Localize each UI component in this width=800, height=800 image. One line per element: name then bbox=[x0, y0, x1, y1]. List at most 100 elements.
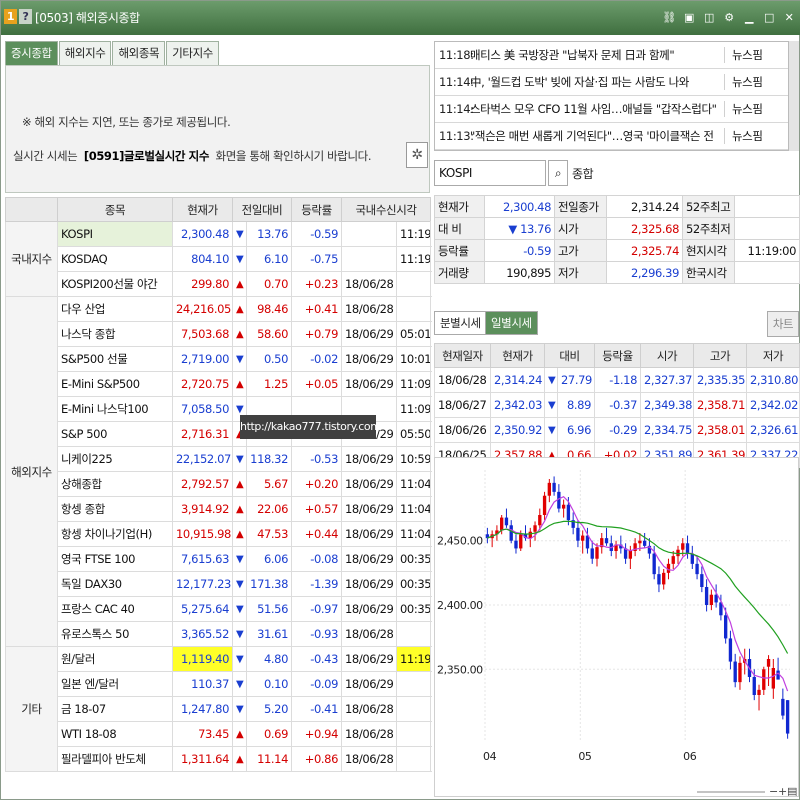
index-name[interactable]: 프랑스 CAC 40 bbox=[57, 596, 173, 622]
index-name[interactable]: 영국 FTSE 100 bbox=[57, 546, 173, 572]
maximize-icon[interactable]: □ bbox=[761, 10, 777, 25]
index-name[interactable]: WTI 18-08 bbox=[57, 721, 173, 747]
table-row[interactable]: 상해종합2,792.57▲5.67+0.2018/06/2911:04:01 bbox=[6, 471, 432, 497]
index-name[interactable]: 나스닥 종합 bbox=[57, 321, 173, 347]
pin-icon[interactable]: ◫ bbox=[701, 10, 717, 25]
news-item[interactable]: 11:13: "잭슨은 매번 새롭게 기억된다"…영국 '마이클잭슨 전 뉴스핌 bbox=[435, 123, 788, 150]
index-name[interactable]: 원/달러 bbox=[57, 646, 173, 672]
table-row[interactable]: 금 18-07 1,247.80 ▼ 5.20 -0.41 18/06/28 bbox=[6, 696, 432, 722]
index-name[interactable]: 항셍 차이나기업(H) bbox=[57, 521, 173, 547]
tab-market-summary[interactable]: 증시종합 bbox=[5, 41, 58, 65]
chart-menu-icon[interactable]: ▤ bbox=[787, 785, 797, 798]
notice-screen-link[interactable]: [0591]글로벌실시간 지수 bbox=[84, 149, 210, 163]
tab-overseas-index[interactable]: 해외지수 bbox=[58, 41, 112, 65]
minimize-icon[interactable]: ▁ bbox=[741, 10, 757, 25]
news-headline[interactable]: 中, '월드컵 도박' 빚에 자살·집 파는 사람도 나와 bbox=[467, 74, 725, 90]
gear-icon[interactable]: ✲ bbox=[406, 142, 428, 168]
table-row[interactable]: WTI 18-08 73.45 ▲ 0.69 +0.94 18/06/28 bbox=[6, 721, 432, 747]
chart-button[interactable]: 차트 bbox=[767, 311, 799, 337]
candlestick-chart[interactable]: 2,450.00 2,400.00 2,350.00 04 05 06 − + ▤ bbox=[434, 457, 799, 798]
table-row[interactable]: 유로스톡스 50 3,365.52 ▼ 31.61 -0.93 18/06/28 bbox=[6, 621, 432, 647]
link-icon[interactable]: ⛓ bbox=[661, 10, 677, 25]
news-headline[interactable]: 매티스 美 국방장관 "납북자 문제 日과 함께" bbox=[467, 47, 725, 63]
index-rate: -0.53 bbox=[291, 446, 343, 472]
news-item[interactable]: 11:18: 매티스 美 국방장관 "납북자 문제 日과 함께" 뉴스핌 bbox=[435, 42, 788, 69]
daily-header-high[interactable]: 고가 bbox=[693, 343, 747, 368]
index-date: 18/06/29 bbox=[341, 321, 398, 347]
index-name[interactable]: 상해종합 bbox=[57, 471, 173, 497]
header-change[interactable]: 전일대비 bbox=[231, 197, 293, 222]
table-row[interactable]: 독일 DAX30 12,177.23 ▼ 171.38 -1.39 18/06/29 00:… bbox=[6, 571, 432, 597]
table-row[interactable]: 기타원/달러1,119.40▼4.80-0.4318/06/2911:19:02 bbox=[5, 646, 432, 772]
tab-minute-price[interactable]: 분별시세 bbox=[434, 311, 487, 335]
tab-daily-price[interactable]: 일별시세 bbox=[485, 311, 538, 335]
header-name[interactable]: 종목 bbox=[57, 197, 173, 222]
table-row[interactable]: 해외지수 다우 산업 24,216.05 ▲ 98.46 +0.41 18/06/28 bbox=[5, 296, 432, 647]
chart-svg[interactable]: 2,450.00 2,400.00 2,350.00 04 05 06 − + ▤ bbox=[435, 458, 798, 798]
news-scrollbar[interactable] bbox=[789, 41, 799, 151]
tab-other-index[interactable]: 기타지수 bbox=[166, 41, 219, 65]
header-time[interactable]: 국내수신시각 bbox=[341, 197, 432, 222]
index-name[interactable]: 항셍 종합 bbox=[57, 496, 173, 522]
app-window: 1 ? [0503] 해외증시종합 ⛓ ▣ ◫ ⚙ ▁ □ ✕ 증시종합 해외지… bbox=[0, 0, 800, 800]
daily-header-change[interactable]: 대비 bbox=[544, 343, 595, 368]
daily-header-price[interactable]: 현재가 bbox=[490, 343, 545, 368]
daily-rate: -0.37 bbox=[594, 392, 641, 418]
table-row[interactable]: 항셍 차이나기업(H) 10,915.98 ▲ 47.53 +0.44 18/06/29 1… bbox=[6, 521, 432, 547]
daily-row[interactable]: 18/06/27 2,342.03 ▼ 8.89 -0.37 2,349.38 2,358.… bbox=[434, 392, 800, 418]
candle-body bbox=[690, 553, 694, 564]
settings-icon[interactable]: ⚙ bbox=[721, 10, 737, 25]
index-name[interactable]: 니케이225 bbox=[57, 446, 173, 472]
news-item[interactable]: 11:14: 中, '월드컵 도박' 빚에 자살·집 파는 사람도 나와 뉴스핌 bbox=[435, 69, 788, 96]
table-row[interactable]: S&P500 선물 2,719.00 ▼ 0.50 -0.02 18/06/29 10:01… bbox=[6, 346, 432, 372]
daily-row[interactable]: 18/06/26 2,350.92 ▼ 6.96 -0.29 2,334.75 2,358.… bbox=[434, 417, 800, 443]
search-icon[interactable]: ⌕ bbox=[548, 160, 568, 186]
index-name[interactable]: E-Mini S&P500 bbox=[57, 371, 173, 397]
index-name[interactable]: S&P 500 bbox=[57, 421, 173, 447]
index-name[interactable]: 유로스톡스 50 bbox=[57, 621, 173, 647]
table-row[interactable]: 국내지수KOSPI2,300.48▼13.76-0.59 11:19:00 bbox=[5, 221, 432, 297]
header-rate[interactable]: 등락률 bbox=[291, 197, 343, 222]
table-row[interactable]: KOSDAQ804.10▼6.10-0.75 11:19:00 bbox=[6, 246, 432, 272]
zoom-out-icon[interactable]: − bbox=[769, 785, 778, 798]
up-arrow-icon: ▲ bbox=[232, 271, 247, 297]
index-name[interactable]: E-Mini 나스닥100 bbox=[57, 396, 173, 422]
news-headline[interactable]: "잭슨은 매번 새롭게 기억된다"…영국 '마이클잭슨 전 bbox=[467, 128, 725, 144]
index-name[interactable]: KOSDAQ bbox=[57, 246, 173, 272]
screen-number-icon[interactable]: 1 bbox=[4, 9, 17, 24]
header-price[interactable]: 현재가 bbox=[172, 197, 233, 222]
news-headline[interactable]: 스타벅스 모우 CFO 11월 사임…애널들 "갑작스럽다" bbox=[467, 101, 725, 117]
symbol-label: 종합 bbox=[572, 167, 594, 181]
table-row[interactable]: 영국 FTSE 100 7,615.63 ▼ 6.06 -0.08 18/06/29 00:… bbox=[6, 546, 432, 572]
news-time: 11:14: bbox=[439, 102, 474, 116]
table-row[interactable]: 프랑스 CAC 40 5,275.64 ▼ 51.56 -0.97 18/06/29 00:… bbox=[6, 596, 432, 622]
index-name[interactable]: 다우 산업 bbox=[57, 296, 173, 322]
index-name[interactable]: KOSPI200선물 야간 bbox=[57, 271, 173, 297]
daily-row[interactable]: 18/06/28 2,314.24 ▼ 27.79 -1.18 2,327.37 2,335… bbox=[434, 367, 800, 393]
index-name[interactable]: KOSPI bbox=[57, 221, 173, 247]
index-name[interactable]: S&P500 선물 bbox=[57, 346, 173, 372]
index-name[interactable]: 독일 DAX30 bbox=[57, 571, 173, 597]
table-row[interactable]: 나스닥 종합7,503.68▲58.60+0.7918/06/2905:01:5… bbox=[6, 321, 432, 347]
index-name[interactable]: 필라델피아 반도체 bbox=[57, 746, 173, 772]
table-row[interactable]: 항셍 종합3,914.92▲22.06+0.5718/06/2911:04:02 bbox=[6, 496, 432, 522]
table-row[interactable]: 일본 엔/달러 110.37 ▼ 0.10 -0.09 18/06/29 bbox=[6, 671, 432, 697]
help-icon[interactable]: ? bbox=[19, 9, 32, 24]
symbol-input[interactable]: KOSPI bbox=[434, 160, 546, 186]
table-row[interactable]: 필라델피아 반도체 1,311.64 ▲ 11.14 +0.86 18/06/28 bbox=[6, 746, 432, 772]
table-row[interactable]: 니케이225 22,152.07 ▼ 118.32 -0.53 18/06/29 10:59… bbox=[6, 446, 432, 472]
daily-header-rate[interactable]: 등락율 bbox=[594, 343, 641, 368]
daily-header-low[interactable]: 저가 bbox=[746, 343, 800, 368]
index-name[interactable]: 일본 엔/달러 bbox=[57, 671, 173, 697]
news-item[interactable]: 11:14: 스타벅스 모우 CFO 11월 사임…애널들 "갑작스럽다" 뉴스핌 bbox=[435, 96, 788, 123]
index-name[interactable]: 금 18-07 bbox=[57, 696, 173, 722]
table-row[interactable]: E-Mini S&P500 2,720.75 ▲ 1.25 +0.05 18/06/29 1… bbox=[6, 371, 432, 397]
close-icon[interactable]: ✕ bbox=[781, 10, 797, 25]
save-icon[interactable]: ▣ bbox=[681, 10, 697, 25]
index-change: 6.06 bbox=[245, 546, 293, 572]
table-row[interactable]: KOSPI200선물 야간 299.80 ▲ 0.70 +0.23 18/06/28 bbox=[6, 271, 432, 297]
tab-overseas-stocks[interactable]: 해외종목 bbox=[112, 41, 166, 65]
daily-header-date[interactable]: 현재일자 bbox=[434, 343, 491, 368]
zoom-in-icon[interactable]: + bbox=[778, 785, 787, 798]
daily-header-open[interactable]: 시가 bbox=[640, 343, 694, 368]
